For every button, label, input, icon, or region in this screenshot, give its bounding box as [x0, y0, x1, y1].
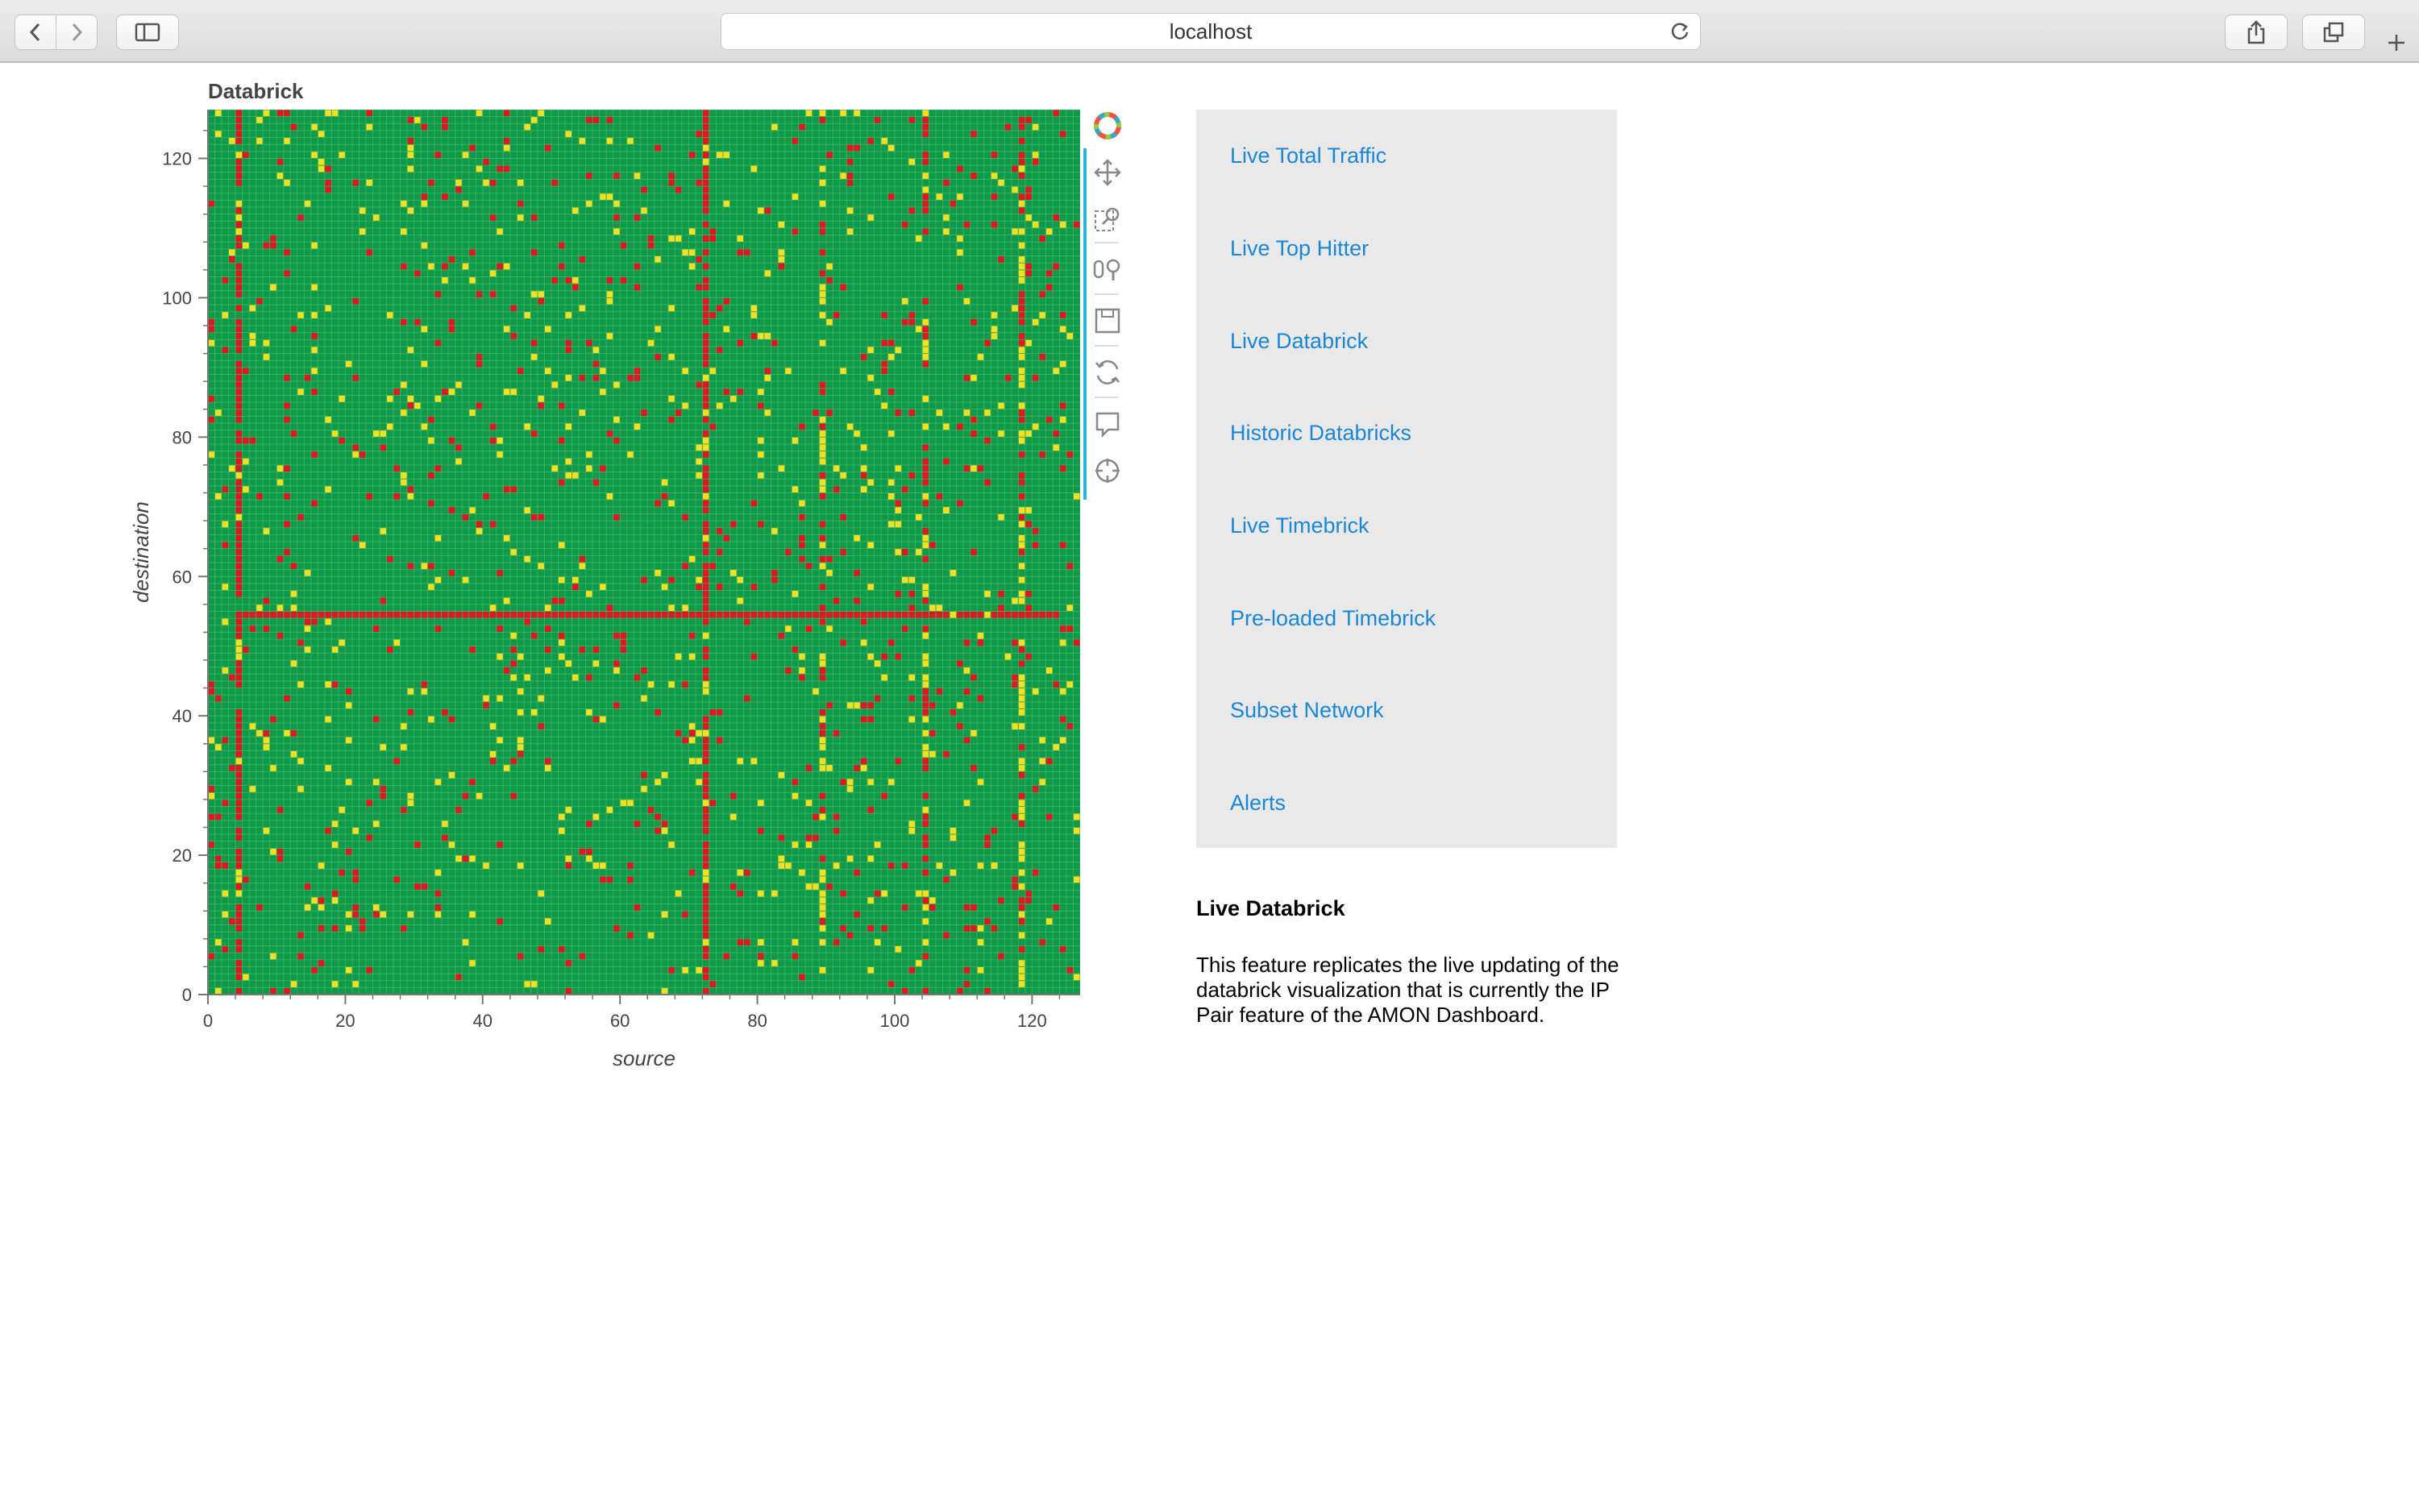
tab-overview-button[interactable] — [2302, 15, 2365, 50]
x-tick-label: 0 — [203, 1011, 213, 1031]
axis-group: 0 20 40 60 80 100 120 0 20 40 60 80 100 120 source dest… — [129, 110, 1080, 1070]
x-tick-label: 100 — [880, 1011, 910, 1031]
y-tick-label: 0 — [182, 985, 192, 1005]
tool-separator — [1095, 397, 1119, 398]
share-icon — [2247, 20, 2265, 44]
x-tick-label: 60 — [610, 1011, 630, 1031]
x-tick-label: 20 — [335, 1011, 355, 1031]
description-title: Live Databrick — [1196, 896, 1345, 920]
nav-link-subset-network[interactable]: Subset Network — [1230, 698, 1384, 723]
x-tick-label: 40 — [473, 1011, 493, 1031]
x-tick-label: 120 — [1017, 1011, 1047, 1031]
tool-separator — [1095, 345, 1119, 347]
plot-toolbar — [1083, 110, 1132, 513]
new-tab-button[interactable] — [2378, 24, 2415, 61]
description-text: This feature replicates the live updatin… — [1196, 953, 1619, 1027]
nav-link-live-top-hitter[interactable]: Live Top Hitter — [1230, 236, 1369, 261]
crosshair-icon[interactable] — [1091, 455, 1124, 487]
nav-link-preloaded-timebrick[interactable]: Pre-loaded Timebrick — [1230, 606, 1436, 631]
y-tick-label: 20 — [172, 845, 192, 866]
share-button[interactable] — [2225, 15, 2288, 50]
tabs-icon — [2323, 22, 2344, 43]
box-zoom-icon[interactable] — [1091, 203, 1124, 235]
active-tools-indicator — [1083, 148, 1087, 500]
y-tick-label: 100 — [162, 288, 192, 308]
url-text: localhost — [1169, 19, 1253, 44]
nav-link-live-timebrick[interactable]: Live Timebrick — [1230, 513, 1370, 538]
nav-link-live-databrick[interactable]: Live Databrick — [1230, 329, 1368, 354]
tool-separator — [1095, 293, 1119, 295]
plot-axes: 0 20 40 60 80 100 120 0 20 40 60 80 100 120 source dest… — [129, 110, 1080, 1070]
hover-icon[interactable] — [1091, 408, 1124, 440]
nav-link-historic-databricks[interactable]: Historic Databricks — [1230, 421, 1411, 446]
bokeh-logo-icon[interactable] — [1091, 110, 1124, 142]
save-icon[interactable] — [1091, 305, 1124, 337]
y-tick-label: 60 — [172, 567, 192, 587]
tool-separator — [1095, 242, 1119, 243]
plus-icon — [2388, 35, 2404, 51]
x-tick-label: 80 — [747, 1011, 767, 1031]
nav-link-live-total-traffic[interactable]: Live Total Traffic — [1230, 143, 1386, 168]
reset-icon[interactable] — [1091, 356, 1124, 388]
nav-link-alerts[interactable]: Alerts — [1230, 791, 1286, 816]
wheel-zoom-icon[interactable] — [1091, 253, 1124, 285]
nav-panel: Live Total Traffic Live Top Hitter Live … — [1196, 110, 1617, 848]
pan-icon[interactable] — [1091, 156, 1124, 189]
y-tick-label: 80 — [172, 427, 192, 447]
y-axis-title: destination — [129, 501, 153, 603]
reload-icon[interactable] — [1669, 21, 1690, 42]
y-tick-label: 40 — [172, 706, 192, 726]
x-axis-title: source — [613, 1046, 675, 1070]
y-tick-label: 120 — [162, 149, 192, 169]
